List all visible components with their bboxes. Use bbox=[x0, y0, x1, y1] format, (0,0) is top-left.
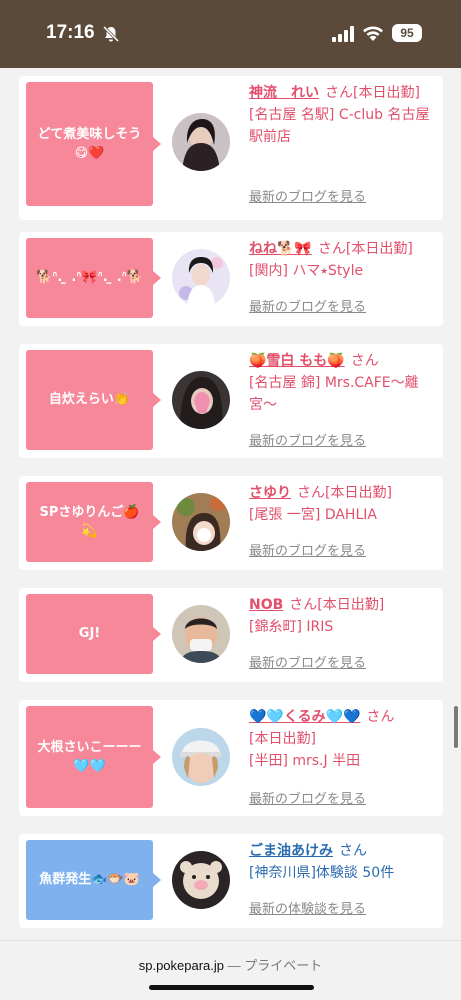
girl-info: さゆり さん[本日出勤] [尾張 一宮] DAHLIA bbox=[249, 485, 392, 523]
message-bubble: どて煮美味しそう😋❤️ bbox=[26, 82, 161, 206]
girl-name-link[interactable]: ねね🐕🎀 bbox=[249, 241, 312, 257]
avatar-photo bbox=[172, 113, 230, 171]
feed-card: SPさゆりんご🍎💫 さゆり さん[本日出勤] [尾張 一宮] DAHLIA 最新の… bbox=[19, 476, 443, 570]
avatar[interactable] bbox=[172, 493, 230, 551]
feed-card: どて煮美味しそう😋❤️ 神流 れい さん[本日出勤] [名古屋 名駅] C-clu… bbox=[19, 76, 443, 220]
girl-name-link[interactable]: さゆり bbox=[249, 485, 291, 501]
work-status: [本日出勤] bbox=[317, 597, 385, 613]
latest-blog-link[interactable]: 最新のブログを見る bbox=[249, 652, 366, 671]
latest-review-link[interactable]: 最新の体験談を見る bbox=[249, 898, 366, 917]
bell-slash-icon bbox=[102, 25, 120, 43]
work-status: [本日出勤] bbox=[325, 485, 392, 501]
work-status: [本日出勤] bbox=[345, 241, 413, 257]
feed-card: GJ! NOB さん[本日出勤] [錦糸町] IRIS 最新のブログを見る bbox=[19, 588, 443, 682]
shop-area: [尾張 一宮] DAHLIA bbox=[249, 507, 377, 523]
feed-card: 🐕ᐢ. ̫ .ᐢ🎀ᐢ. ̫ .ᐢ🐕 ねね🐕🎀 さん[本日出勤] [関内] ハマ⭑S… bbox=[19, 232, 443, 326]
girl-name-link[interactable]: 🍑雪白 もも🍑 bbox=[249, 353, 345, 369]
girl-name-link[interactable]: ごま油あけみ bbox=[249, 843, 333, 859]
status-time: 17:16 bbox=[46, 22, 95, 43]
girl-info: ねね🐕🎀 さん[本日出勤] [関内] ハマ⭑Style bbox=[249, 241, 413, 279]
avatar-photo bbox=[172, 493, 230, 551]
feed-card: 大根さいこーーー🩵🩵 💙🩵くるみ🩵💙 さん [本日出勤] [半田] mrs.J 半… bbox=[19, 700, 443, 816]
wifi-icon bbox=[363, 26, 383, 41]
avatar-photo bbox=[172, 851, 230, 909]
scrollbar-thumb[interactable] bbox=[454, 706, 458, 748]
shop-area: [神奈川県]体験談 50件 bbox=[249, 865, 395, 881]
battery-indicator: 95 bbox=[392, 24, 422, 42]
latest-blog-link[interactable]: 最新のブログを見る bbox=[249, 540, 366, 559]
feed-card: 自炊えらい👏 🍑雪白 もも🍑 さん [名古屋 錦] Mrs.CAFE〜離宮〜 最新… bbox=[19, 344, 443, 458]
latest-blog-link[interactable]: 最新のブログを見る bbox=[249, 186, 366, 205]
avatar-photo bbox=[172, 605, 230, 663]
girl-name-link[interactable]: 神流 れい bbox=[249, 85, 319, 101]
signal-icon bbox=[332, 26, 354, 42]
avatar-photo bbox=[172, 249, 230, 307]
feed-card: 魚群発生🐟🐡🐷 ごま油あけみ さん [神奈川県]体験談 50件 最新の体験談を見る bbox=[19, 834, 443, 928]
work-status: [本日出勤] bbox=[249, 731, 316, 747]
girl-info: ごま油あけみ さん [神奈川県]体験談 50件 bbox=[249, 843, 395, 881]
latest-blog-link[interactable]: 最新のブログを見る bbox=[249, 430, 366, 449]
avatar[interactable] bbox=[172, 371, 230, 429]
latest-blog-link[interactable]: 最新のブログを見る bbox=[249, 788, 366, 807]
avatar-photo bbox=[172, 728, 230, 786]
shop-area: [錦糸町] IRIS bbox=[249, 619, 334, 635]
work-status: [本日出勤] bbox=[353, 85, 420, 101]
girl-info: 💙🩵くるみ🩵💙 さん [本日出勤] [半田] mrs.J 半田 bbox=[249, 709, 395, 769]
private-mode-label: プライベート bbox=[244, 958, 323, 973]
message-bubble: 自炊えらい👏 bbox=[26, 350, 161, 450]
shop-area: [関内] ハマ⭑Style bbox=[249, 263, 364, 279]
avatar[interactable] bbox=[172, 851, 230, 909]
girl-info: 🍑雪白 もも🍑 さん [名古屋 錦] Mrs.CAFE〜離宮〜 bbox=[249, 353, 419, 413]
url-text[interactable]: sp.pokepara.jp — プライベート bbox=[0, 955, 461, 974]
avatar[interactable] bbox=[172, 249, 230, 307]
message-bubble: 魚群発生🐟🐡🐷 bbox=[26, 840, 161, 920]
girl-name-link[interactable]: NOB bbox=[249, 597, 283, 613]
latest-blog-link[interactable]: 最新のブログを見る bbox=[249, 296, 366, 315]
url-domain: sp.pokepara.jp bbox=[138, 958, 225, 973]
message-bubble: 大根さいこーーー🩵🩵 bbox=[26, 706, 161, 808]
status-bar: 17:16 95 bbox=[0, 0, 461, 68]
message-bubble: 🐕ᐢ. ̫ .ᐢ🎀ᐢ. ̫ .ᐢ🐕 bbox=[26, 238, 161, 318]
shop-area: [半田] mrs.J 半田 bbox=[249, 753, 361, 769]
avatar[interactable] bbox=[172, 113, 230, 171]
message-bubble: SPさゆりんご🍎💫 bbox=[26, 482, 161, 562]
message-bubble: GJ! bbox=[26, 594, 161, 674]
url-separator: — bbox=[224, 958, 245, 973]
girl-info: NOB さん[本日出勤] [錦糸町] IRIS bbox=[249, 597, 385, 635]
girl-info: 神流 れい さん[本日出勤] [名古屋 名駅] C-club 名古屋駅前店 bbox=[249, 85, 430, 145]
avatar-photo bbox=[172, 371, 230, 429]
girl-name-link[interactable]: 💙🩵くるみ🩵💙 bbox=[249, 709, 360, 725]
avatar[interactable] bbox=[172, 728, 230, 786]
shop-area: [名古屋 錦] Mrs.CAFE〜離宮〜 bbox=[249, 375, 419, 413]
home-indicator[interactable] bbox=[149, 985, 314, 990]
avatar[interactable] bbox=[172, 605, 230, 663]
shop-area: [名古屋 名駅] C-club 名古屋駅前店 bbox=[249, 107, 430, 145]
browser-url-bar[interactable]: sp.pokepara.jp — プライベート bbox=[0, 940, 461, 1000]
